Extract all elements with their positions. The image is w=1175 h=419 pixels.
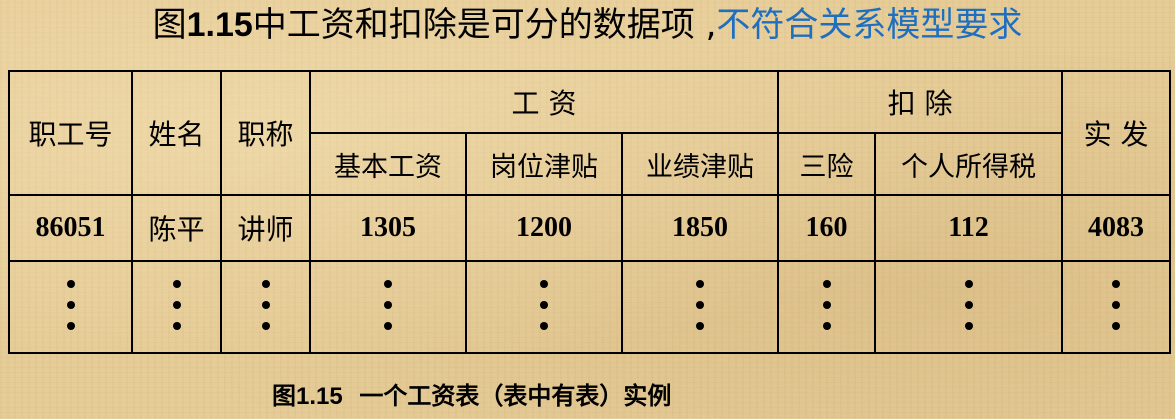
vertical-ellipsis-icon — [539, 280, 549, 330]
continuation-cell — [309, 260, 467, 354]
title-figure-number: 1.15 — [186, 6, 253, 44]
cell-job-title: 讲师 — [220, 194, 311, 262]
cell-post-allowance: 1200 — [465, 194, 623, 262]
cell-name: 陈平 — [131, 194, 222, 262]
vertical-ellipsis-icon — [66, 280, 76, 330]
title-main-text: 中工资和扣除是可分的数据项 , — [252, 5, 717, 45]
header-net-pay: 实 发 — [1061, 70, 1172, 196]
header-salary-group: 工 资 — [308, 70, 780, 134]
continuation-cell — [220, 260, 311, 354]
continuation-cell — [620, 260, 780, 354]
vertical-ellipsis-icon — [695, 280, 705, 330]
salary-table: 职工号 姓名 职称 工 资 扣 除 实 发 基本工资 岗位津贴 业绩津贴 三险 … — [8, 70, 1172, 354]
vertical-ellipsis-icon — [964, 280, 974, 330]
caption-prefix: 图 — [272, 382, 296, 410]
continuation-cell — [8, 260, 133, 354]
vertical-ellipsis-icon — [261, 280, 271, 330]
vertical-ellipsis-icon — [822, 280, 832, 330]
slide-title: 图1.15中工资和扣除是可分的数据项 ,不符合关系模型要求 — [0, 0, 1175, 50]
vertical-ellipsis-icon — [172, 280, 182, 330]
header-name: 姓名 — [131, 70, 222, 196]
caption-figure-number: 1.15 — [296, 383, 343, 410]
cell-performance-allowance: 1850 — [620, 194, 780, 262]
title-highlight-text: 不符合关系模型要求 — [716, 5, 1023, 45]
continuation-cell — [131, 260, 222, 354]
continuation-cell — [465, 260, 623, 354]
header-job-title: 职称 — [220, 70, 311, 196]
cell-insurance: 160 — [777, 194, 877, 262]
figure-caption: 图1.15 一个工资表（表中有表）实例 — [272, 374, 671, 418]
title-prefix: 图 — [152, 5, 187, 45]
cell-employee-id: 86051 — [8, 194, 133, 262]
vertical-ellipsis-icon — [383, 280, 393, 330]
continuation-cell — [874, 260, 1064, 354]
header-insurance: 三险 — [777, 132, 877, 196]
cell-income-tax: 112 — [874, 194, 1064, 262]
vertical-ellipsis-icon — [1111, 280, 1121, 330]
header-employee-id: 职工号 — [8, 70, 133, 196]
header-performance-allowance: 业绩津贴 — [620, 132, 780, 196]
header-base-salary: 基本工资 — [309, 132, 467, 196]
continuation-cell — [777, 260, 877, 354]
table-row: 86051 陈平 讲师 1305 1200 1850 160 112 4083 — [8, 194, 1172, 262]
continuation-cell — [1061, 260, 1172, 354]
cell-base-salary: 1305 — [309, 194, 467, 262]
header-post-allowance: 岗位津贴 — [465, 132, 623, 196]
continuation-row — [8, 260, 1172, 354]
header-deduction-group: 扣 除 — [777, 70, 1064, 134]
cell-net-pay: 4083 — [1061, 194, 1172, 262]
header-row-top: 职工号 姓名 职称 工 资 扣 除 实 发 — [8, 70, 1172, 196]
header-income-tax: 个人所得税 — [874, 132, 1064, 196]
caption-text: 一个工资表（表中有表）实例 — [342, 382, 672, 410]
